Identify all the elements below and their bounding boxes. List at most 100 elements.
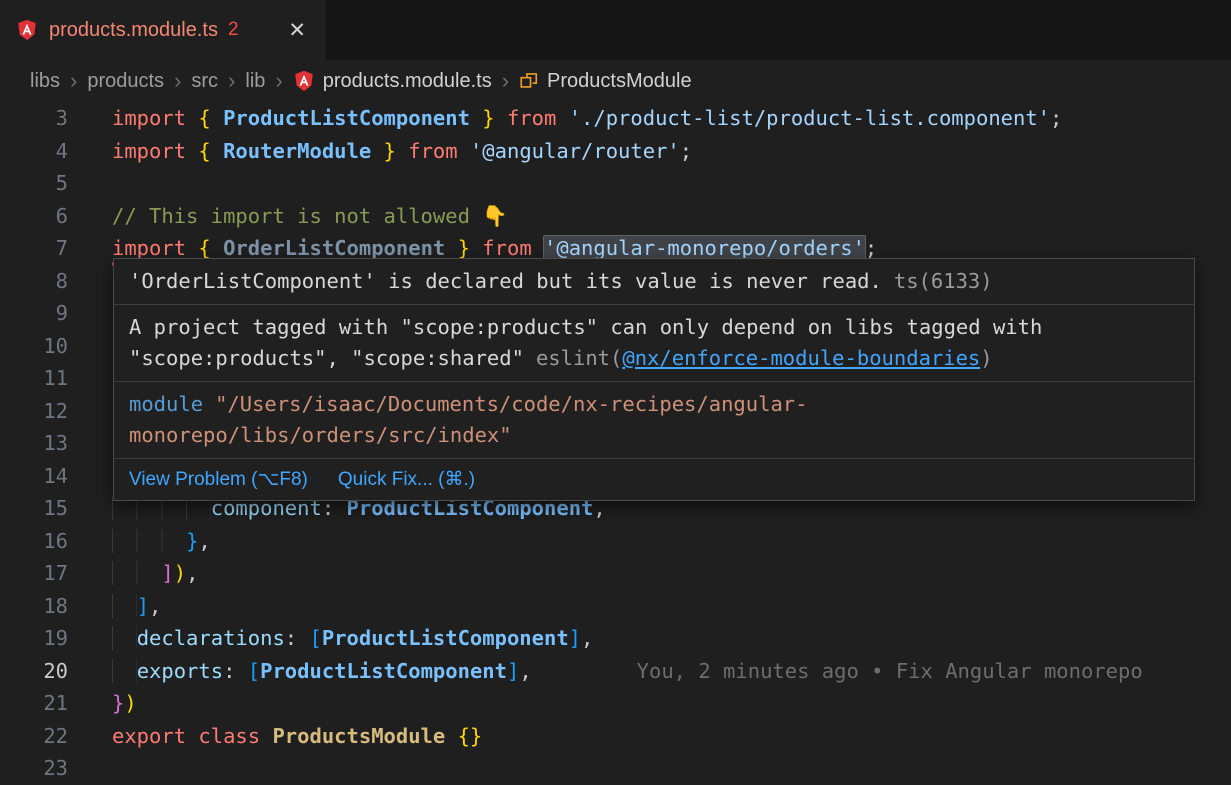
code-line[interactable]: 18 ], — [0, 590, 1231, 623]
hover-ts-message: 'OrderListComponent' is declared but its… — [114, 259, 1194, 305]
line-number[interactable]: 8 — [0, 265, 68, 298]
token-pun: , — [198, 529, 210, 553]
line-number[interactable]: 4 — [0, 135, 68, 168]
token-kw: import — [112, 139, 198, 163]
token-br1: } — [371, 139, 396, 163]
eslint-error-line1: A project tagged with "scope:products" c… — [129, 315, 1042, 339]
code-line[interactable]: 22 export class ProductsModule {} — [0, 720, 1231, 753]
code-content: declarations: [ProductListComponent], — [112, 622, 593, 655]
code-line[interactable]: 20 exports: [ProductListComponent],You, … — [0, 655, 1231, 688]
line-number[interactable]: 22 — [0, 720, 68, 753]
code-content: exports: [ProductListComponent],You, 2 m… — [112, 655, 1143, 688]
token-br1: { — [198, 236, 223, 260]
token-pun: ; — [1050, 106, 1062, 130]
line-number[interactable]: 16 — [0, 525, 68, 558]
code-line[interactable]: 6 // This import is not allowed 👇 — [0, 200, 1231, 233]
line-number[interactable]: 17 — [0, 557, 68, 590]
token-br1: { — [198, 106, 223, 130]
token-br3: [ — [248, 659, 260, 683]
breadcrumb-item-products-module-ts[interactable]: products.module.ts — [293, 70, 492, 93]
line-number[interactable]: 14 — [0, 460, 68, 493]
code-content: export class ProductsModule {} — [112, 720, 482, 753]
breadcrumb-label: lib — [245, 70, 265, 93]
breadcrumb-separator: › — [174, 70, 181, 92]
token-emoji: 👇 — [482, 204, 508, 228]
breadcrumb-label: products — [87, 70, 164, 93]
angular-icon — [293, 70, 315, 92]
token-br1: ) — [174, 561, 186, 585]
line-number[interactable]: 11 — [0, 362, 68, 395]
token-br1: } — [445, 236, 470, 260]
code-line[interactable]: 3import { ProductListComponent } from '.… — [0, 102, 1231, 135]
breadcrumb-item-productsmodule[interactable]: ProductsModule — [519, 70, 692, 93]
breadcrumb-item-libs[interactable]: libs — [30, 70, 60, 93]
token-pun: , — [149, 594, 161, 618]
breadcrumb-item-lib[interactable]: lib — [245, 70, 265, 93]
line-number[interactable]: 7 — [0, 232, 68, 265]
token-br2: ] — [161, 561, 173, 585]
line-number[interactable]: 5 — [0, 167, 68, 200]
breadcrumb-separator: › — [275, 70, 282, 92]
token-ws — [112, 659, 137, 683]
token-cls: ProductsModule — [272, 724, 445, 748]
token-br3: [ — [309, 626, 321, 650]
breadcrumb-separator: › — [502, 70, 509, 92]
tab-problems-badge: 2 — [228, 19, 239, 41]
eslint-source-close: ) — [980, 346, 992, 370]
breadcrumb-label: ProductsModule — [547, 70, 692, 93]
quick-fix-action[interactable]: Quick Fix... (⌘.) — [338, 468, 475, 491]
line-number[interactable]: 21 — [0, 687, 68, 720]
code-line[interactable]: 21}) — [0, 687, 1231, 720]
line-number[interactable]: 18 — [0, 590, 68, 623]
token-pun: : — [223, 659, 248, 683]
token-str: './product-list/product-list.component' — [569, 106, 1050, 130]
code-line[interactable]: 4import { RouterModule } from '@angular/… — [0, 135, 1231, 168]
token-br3: } — [186, 529, 198, 553]
token-kw: import — [112, 236, 198, 260]
view-problem-action[interactable]: View Problem (⌥F8) — [129, 468, 308, 491]
eslint-rule-link[interactable]: @nx/enforce-module-boundaries — [622, 346, 980, 370]
tab-bar: products.module.ts 2 ✕ — [0, 0, 1231, 60]
token-cmt: // This import is not allowed — [112, 204, 482, 228]
angular-file-icon — [16, 19, 38, 41]
line-number[interactable]: 13 — [0, 427, 68, 460]
line-number[interactable]: 19 — [0, 622, 68, 655]
hover-eslint-message: A project tagged with "scope:products" c… — [114, 305, 1194, 382]
token-pun: : — [285, 626, 310, 650]
line-number[interactable]: 3 — [0, 102, 68, 135]
line-number[interactable]: 12 — [0, 395, 68, 428]
token-br1: { — [198, 139, 223, 163]
editor[interactable]: 3import { ProductListComponent } from '.… — [0, 102, 1231, 780]
token-ws — [112, 626, 137, 650]
editor-tab[interactable]: products.module.ts 2 ✕ — [0, 0, 327, 60]
token-br3: ] — [507, 659, 519, 683]
line-number[interactable]: 20 — [0, 655, 68, 688]
code-line[interactable]: 17 ]), — [0, 557, 1231, 590]
code-content: }) — [112, 687, 137, 720]
ts-error-code: ts(6133) — [894, 269, 993, 293]
breadcrumb-separator: › — [228, 70, 235, 92]
line-number[interactable]: 15 — [0, 492, 68, 525]
module-path-line2: monorepo/libs/orders/src/index" — [129, 423, 512, 447]
breadcrumb-item-src[interactable]: src — [191, 70, 218, 93]
token-strhl: '@angular-monorepo/orders' — [544, 236, 865, 260]
code-line[interactable]: 5 — [0, 167, 1231, 200]
token-cmp: ProductListComponent — [322, 626, 569, 650]
token-dimcmp: OrderListComponent — [223, 236, 445, 260]
code-line[interactable]: 16 }, — [0, 525, 1231, 558]
token-pun: ; — [865, 236, 877, 260]
token-pun: ; — [680, 139, 692, 163]
hover-actions: View Problem (⌥F8) Quick Fix... (⌘.) — [114, 459, 1194, 500]
breadcrumb-label: src — [191, 70, 218, 93]
token-kw: export class — [112, 724, 272, 748]
tab-title: products.module.ts — [49, 19, 218, 42]
code-line[interactable]: 19 declarations: [ProductListComponent], — [0, 622, 1231, 655]
token-pun: , — [581, 626, 593, 650]
line-number[interactable]: 9 — [0, 297, 68, 330]
line-number[interactable]: 6 — [0, 200, 68, 233]
line-number[interactable]: 10 — [0, 330, 68, 363]
breadcrumb-item-products[interactable]: products — [87, 70, 164, 93]
close-tab-icon[interactable]: ✕ — [284, 16, 310, 45]
token-cmp: ProductListComponent — [223, 106, 470, 130]
git-blame-annotation: You, 2 minutes ago • Fix Angular monorep… — [637, 659, 1143, 683]
